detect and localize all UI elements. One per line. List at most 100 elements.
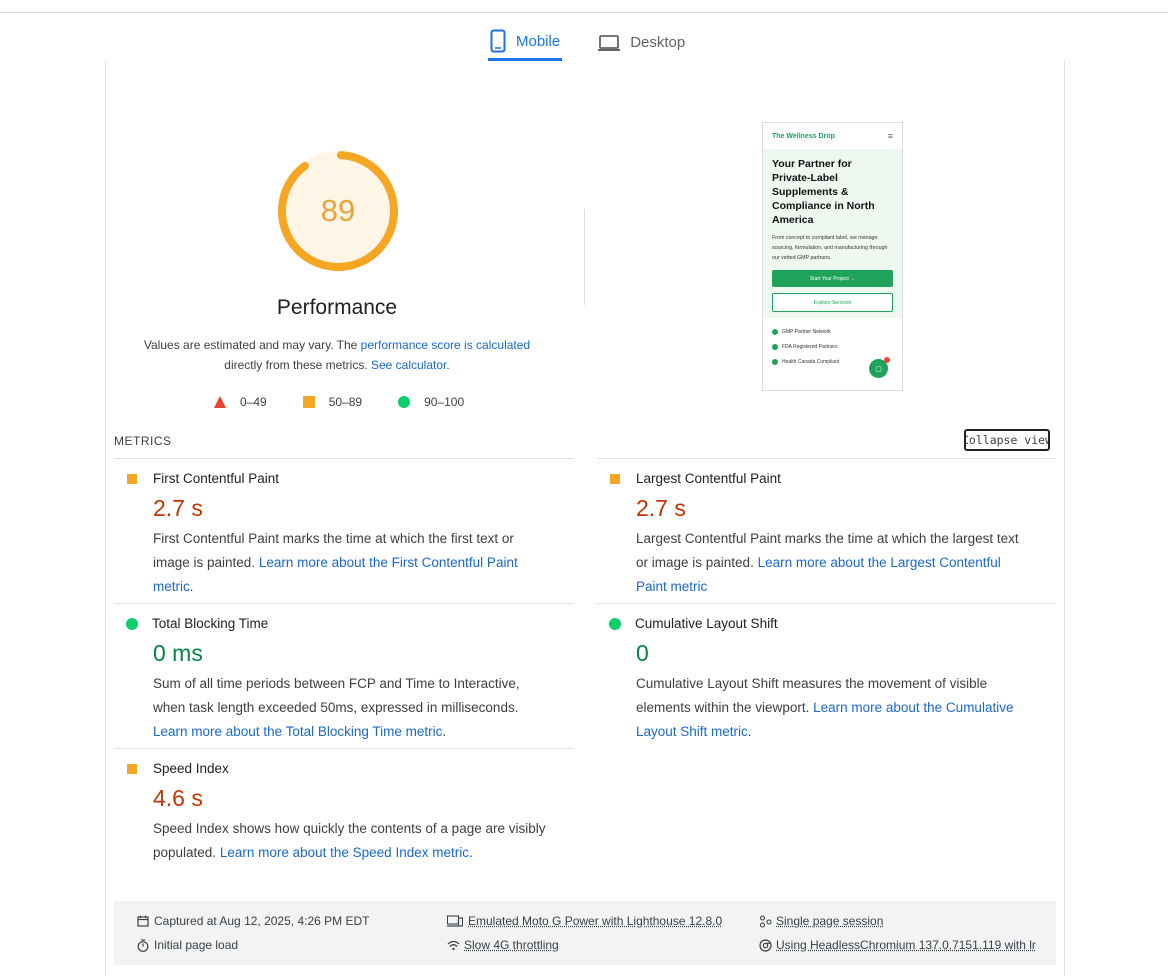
perf-desc-text: Values are estimated and may vary. The	[143, 338, 361, 352]
learn-more-link[interactable]: Learn more about the Total Blocking Time…	[153, 724, 442, 739]
calendar-icon	[136, 914, 150, 928]
run-info-footer: Captured at Aug 12, 2025, 4:26 PM EDT In…	[114, 901, 1056, 965]
red-triangle-icon	[214, 396, 226, 408]
laptop-icon	[598, 34, 621, 51]
screenshot-check-item: FDA Registered Partners	[772, 339, 893, 354]
phone-icon	[490, 29, 506, 53]
orange-square-icon	[127, 473, 137, 484]
check-icon	[772, 343, 778, 350]
legend-fail-label: 0–49	[240, 395, 267, 409]
metric-desc-text: Sum of all time periods between FCP and …	[153, 676, 520, 715]
green-circle-icon	[398, 396, 411, 408]
screenshot-headline: Your Partner for Private-Label Supplemen…	[772, 158, 875, 226]
orange-square-icon	[127, 763, 137, 774]
metric-description: Cumulative Layout Shift measures the mov…	[636, 672, 1032, 744]
browser-info[interactable]: Using HeadlessChromium 137.0.7151.119 wi…	[758, 938, 1038, 952]
check-icon	[772, 328, 778, 335]
see-calculator-link[interactable]: See calculator.	[371, 358, 450, 372]
check-label: GMP Partner Network	[782, 328, 831, 335]
metric-desc-suffix: .	[442, 724, 447, 739]
orange-square-icon	[610, 473, 620, 484]
network-throttling[interactable]: Slow 4G throttling	[446, 938, 559, 952]
captured-at: Captured at Aug 12, 2025, 4:26 PM EDT	[136, 914, 369, 928]
metric-divider	[597, 603, 1056, 604]
check-label: FDA Registered Partners	[782, 343, 838, 350]
metric-speed-index: Speed Index 4.6 s Speed Index shows how …	[119, 761, 549, 865]
screenshot-brand: The Wellness Drop	[772, 132, 835, 140]
load-text: Initial page load	[154, 938, 239, 952]
metric-cls: Cumulative Layout Shift 0 Cumulative Lay…	[602, 616, 1032, 744]
screenshot-paragraph: From concept to compliant label, we mana…	[772, 235, 888, 261]
tab-mobile-label: Mobile	[516, 32, 561, 50]
legend-pass-label: 90–100	[424, 395, 465, 409]
device-tabs: Mobile Desktop	[488, 24, 687, 61]
check-label: Health Canada Compliant	[782, 358, 840, 365]
metric-name: Total Blocking Time	[152, 616, 269, 631]
session-text: Single page session	[776, 914, 884, 928]
check-icon	[772, 358, 778, 365]
page-load: Initial page load	[136, 938, 238, 952]
collapse-view-button[interactable]: Collapse view	[964, 429, 1050, 451]
session-icon	[758, 914, 772, 928]
emulated-device[interactable]: Emulated Moto G Power with Lighthouse 12…	[446, 914, 722, 928]
metric-value: 0	[636, 640, 649, 666]
session-type[interactable]: Single page session	[758, 914, 883, 928]
green-circle-icon	[126, 617, 138, 630]
metric-lcp: Largest Contentful Paint 2.7 s Largest C…	[602, 471, 1032, 599]
metric-name: Largest Contentful Paint	[636, 471, 781, 486]
throttling-text: Slow 4G throttling	[464, 938, 559, 952]
screenshot-header: The Wellness Drop ≡	[763, 123, 902, 149]
score-legend: 0–49 50–89 90–100	[214, 395, 500, 409]
notification-badge	[884, 357, 890, 363]
performance-score: 89	[320, 193, 356, 228]
metrics-heading: METRICS	[114, 434, 172, 448]
metric-value: 2.7 s	[636, 495, 686, 521]
tab-desktop-label: Desktop	[630, 34, 686, 51]
metric-name: Speed Index	[153, 761, 229, 776]
metric-divider	[114, 458, 574, 459]
perf-desc-text-2: directly from these metrics.	[224, 358, 371, 372]
orange-square-icon	[302, 396, 315, 408]
legend-pass: 90–100	[398, 395, 464, 409]
performance-title: Performance	[276, 296, 398, 319]
metric-tbt: Total Blocking Time 0 ms Sum of all time…	[119, 616, 549, 744]
vertical-divider	[584, 209, 585, 305]
metric-desc-suffix: .	[468, 845, 473, 860]
hamburger-icon: ≡	[887, 131, 893, 141]
tab-mobile[interactable]: Mobile	[488, 24, 563, 61]
browser-text: Using HeadlessChromium 137.0.7151.119 wi…	[776, 938, 1036, 952]
legend-fail: 0–49	[214, 395, 267, 409]
metric-name: Cumulative Layout Shift	[635, 616, 778, 631]
metric-divider	[114, 748, 574, 749]
metric-description: Largest Contentful Paint marks the time …	[636, 527, 1032, 599]
metric-desc-suffix: .	[747, 724, 752, 739]
metric-description: First Contentful Paint marks the time at…	[153, 527, 549, 599]
top-divider	[0, 12, 1168, 13]
green-circle-icon	[609, 617, 621, 630]
metric-fcp: First Contentful Paint 2.7 s First Conte…	[119, 471, 549, 599]
screenshot-secondary-button: Explore Services	[772, 293, 893, 312]
metric-description: Speed Index shows how quickly the conten…	[153, 817, 549, 865]
report-panel: 89 Performance Values are estimated and …	[105, 61, 1065, 976]
learn-more-link[interactable]: Learn more about the Speed Index metric	[220, 845, 469, 860]
device-text: Emulated Moto G Power with Lighthouse 12…	[468, 914, 723, 928]
metric-divider	[597, 458, 1056, 459]
metric-value: 2.7 s	[153, 495, 203, 521]
screenshot-check-item: GMP Partner Network	[772, 324, 893, 339]
timer-icon	[136, 938, 150, 952]
wifi-icon	[446, 938, 460, 952]
metric-description: Sum of all time periods between FCP and …	[153, 672, 549, 744]
chrome-icon	[758, 938, 772, 952]
score-calculated-link[interactable]: performance score is calculated	[361, 338, 530, 352]
captured-text: Captured at Aug 12, 2025, 4:26 PM EDT	[154, 914, 370, 928]
tab-desktop[interactable]: Desktop	[596, 24, 687, 61]
legend-average-label: 50–89	[328, 395, 363, 409]
page-screenshot[interactable]: The Wellness Drop ≡ Your Partner for Pri…	[762, 122, 903, 391]
screenshot-primary-button: Start Your Project →	[772, 270, 893, 287]
legend-average: 50–89	[302, 395, 363, 409]
metric-value: 0 ms	[153, 640, 203, 666]
metric-divider	[114, 603, 574, 604]
metric-value: 4.6 s	[153, 785, 203, 811]
performance-description: Values are estimated and may vary. The p…	[136, 335, 538, 375]
metric-desc-suffix: .	[189, 579, 194, 594]
